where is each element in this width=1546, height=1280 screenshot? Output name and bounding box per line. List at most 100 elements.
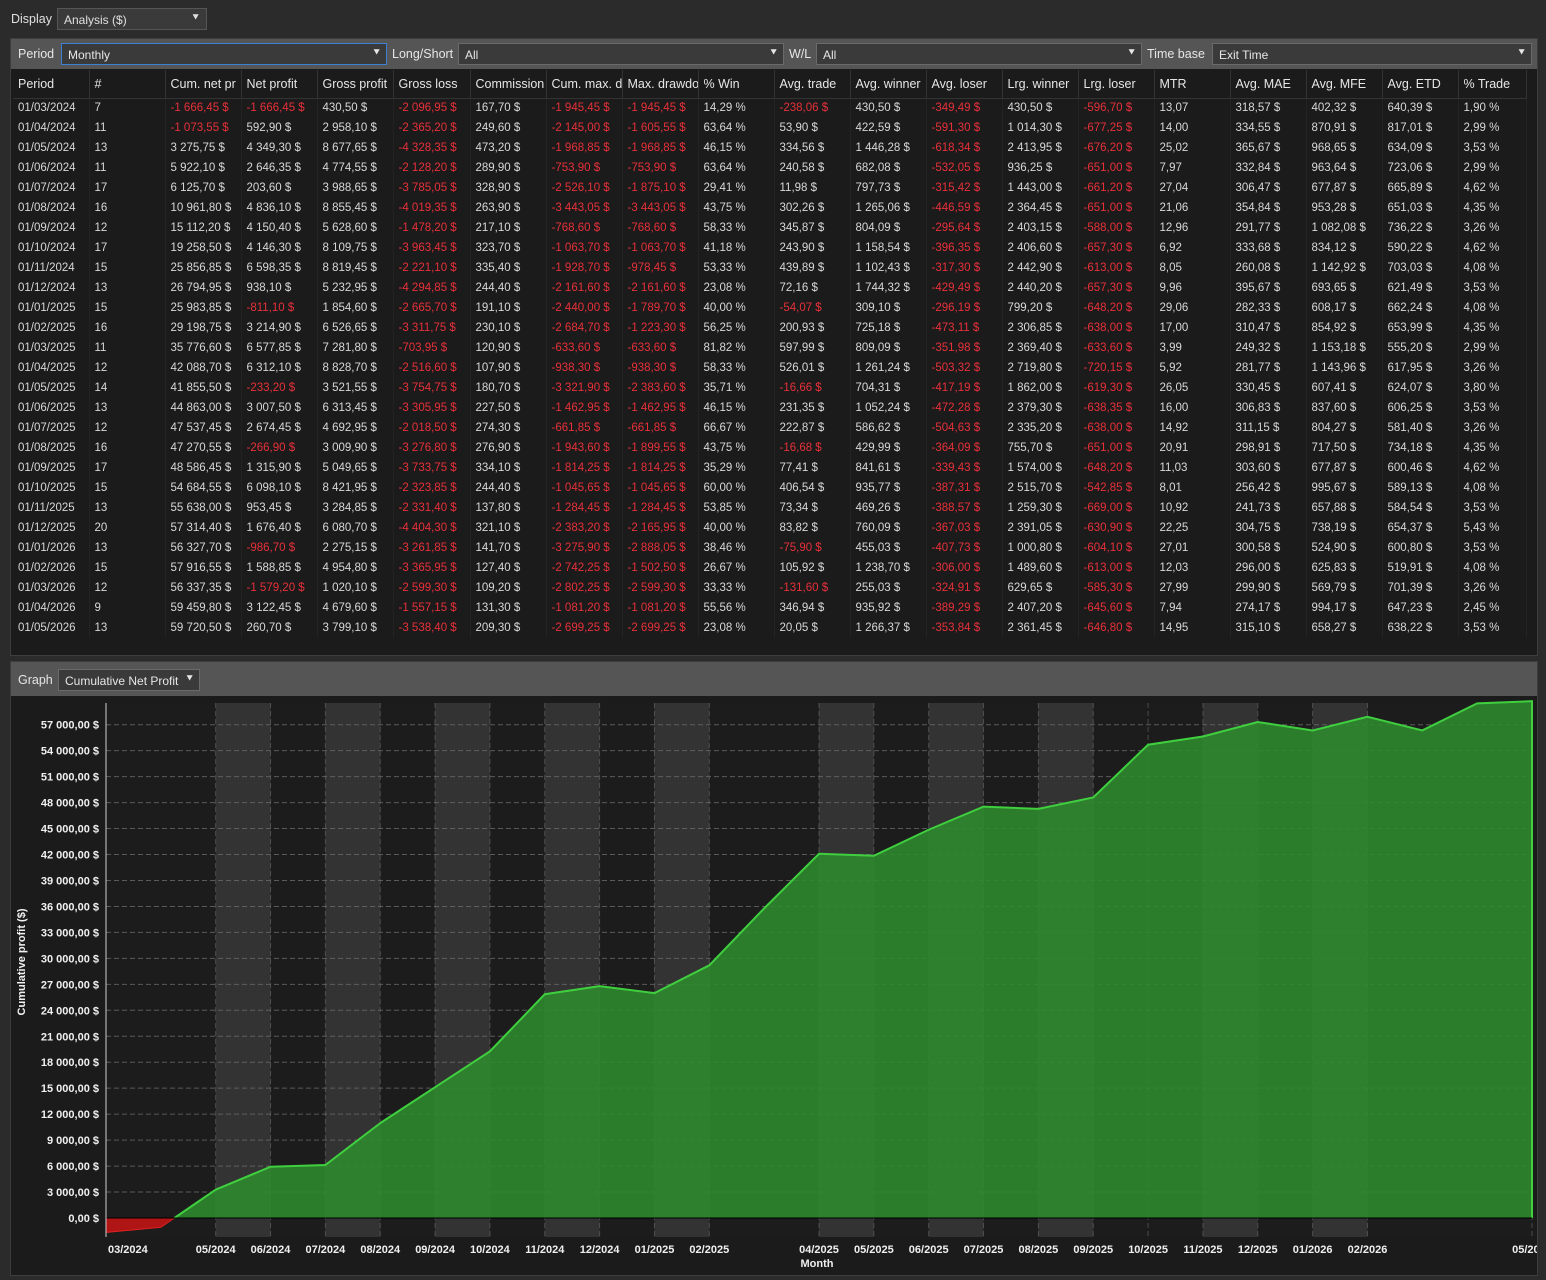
column-header[interactable]: % Win — [698, 70, 775, 99]
column-header[interactable]: # — [89, 70, 166, 99]
column-header[interactable]: Commission — [470, 70, 547, 99]
table-cell: 2 335,20 $ — [1002, 418, 1079, 438]
filter-bar: Period Monthly ⯆ Long/Short All ⯆ W/L Al… — [11, 39, 1537, 69]
table-cell: -638,00 $ — [1078, 318, 1155, 338]
table-cell: 4 679,60 $ — [317, 598, 394, 618]
table-row[interactable]: 01/05/2024 13 3 275,75 $4 349,30 $8 677,65… — [13, 138, 1527, 158]
table-cell: 01/04/2024 — [13, 118, 90, 138]
table-row[interactable]: 01/10/2025 15 54 684,55 $6 098,10 $8 421,9… — [13, 478, 1527, 498]
table-cell: 2 440,20 $ — [1002, 278, 1079, 298]
table-cell: 354,84 $ — [1230, 198, 1307, 218]
column-header[interactable]: Avg. loser — [926, 70, 1003, 99]
table-cell: -596,70 $ — [1078, 98, 1155, 118]
table-row[interactable]: 01/10/2024 17 19 258,50 $4 146,30 $8 109,7… — [13, 238, 1527, 258]
table-cell: -3 275,90 $ — [546, 538, 623, 558]
column-header[interactable]: Avg. MAE — [1230, 70, 1307, 99]
y-axis-title: Cumulative profit ($) — [16, 908, 28, 1015]
column-header[interactable]: Avg. MFE — [1306, 70, 1383, 99]
table-row[interactable]: 01/11/2025 13 55 638,00 $953,45 $3 284,85 … — [13, 498, 1527, 518]
table-row[interactable]: 01/07/2024 17 6 125,70 $203,60 $3 988,65 $… — [13, 178, 1527, 198]
table-cell: 27,99 — [1154, 578, 1231, 598]
table-row[interactable]: 01/09/2025 17 48 586,45 $1 315,90 $5 049,6… — [13, 458, 1527, 478]
table-cell: 1 315,90 $ — [241, 458, 318, 478]
table-cell: 17 — [89, 178, 166, 198]
table-cell: 35,29 % — [698, 458, 775, 478]
column-header[interactable]: MTR — [1154, 70, 1231, 99]
table-cell: 01/05/2025 — [13, 378, 90, 398]
table-cell: 6,92 — [1154, 238, 1231, 258]
table-cell: -633,60 $ — [1078, 338, 1155, 358]
table-row[interactable]: 01/02/2025 16 29 198,75 $3 214,90 $6 526,6… — [13, 318, 1527, 338]
table-row[interactable]: 01/04/2026 9 59 459,80 $3 122,45 $4 679,60… — [13, 598, 1527, 618]
table-cell: 4,08 % — [1458, 258, 1527, 278]
column-header[interactable]: Lrg. loser — [1078, 70, 1155, 99]
table-cell: 657,88 $ — [1306, 498, 1383, 518]
column-header[interactable]: Lrg. winner — [1002, 70, 1079, 99]
table-cell: 2 275,15 $ — [317, 538, 394, 558]
table-cell: -1 814,25 $ — [546, 458, 623, 478]
period-select[interactable]: Monthly ⯆ — [61, 43, 387, 65]
table-row[interactable]: 01/08/2024 16 10 961,80 $4 836,10 $8 855,4… — [13, 198, 1527, 218]
table-row[interactable]: 01/02/2026 15 57 916,55 $1 588,85 $4 954,8… — [13, 558, 1527, 578]
y-tick-label: 45 000,00 $ — [41, 824, 99, 836]
table-row[interactable]: 01/03/2025 11 35 776,60 $6 577,85 $7 281,8… — [13, 338, 1527, 358]
wl-select[interactable]: All ⯆ — [816, 43, 1142, 65]
table-cell: -1 502,50 $ — [622, 558, 699, 578]
table-row[interactable]: 01/05/2026 13 59 720,50 $260,70 $3 799,10 … — [13, 618, 1527, 638]
column-header[interactable]: Net profit — [241, 70, 318, 99]
table-row[interactable]: 01/01/2025 15 25 983,85 $ -811,10 $1 854,60… — [13, 298, 1527, 318]
table-row[interactable]: 01/03/2026 12 56 337,35 $ -1 579,20 $1 020,… — [13, 578, 1527, 598]
table-cell: -417,19 $ — [926, 378, 1003, 398]
column-header[interactable]: Max. drawdo — [622, 70, 699, 99]
table-cell: 1 014,30 $ — [1002, 118, 1079, 138]
column-header[interactable]: Avg. winner — [850, 70, 927, 99]
table-cell: -651,00 $ — [1078, 158, 1155, 178]
table-cell: 2 391,05 $ — [1002, 518, 1079, 538]
table-row[interactable]: 01/07/2025 12 47 537,45 $2 674,45 $4 692,9… — [13, 418, 1527, 438]
table-cell: -396,35 $ — [926, 238, 1003, 258]
column-header[interactable]: Avg. ETD — [1382, 70, 1459, 99]
column-header[interactable]: Gross profit — [317, 70, 394, 99]
table-row[interactable]: 01/12/2025 20 57 314,40 $1 676,40 $6 080,7… — [13, 518, 1527, 538]
table-cell: 01/12/2024 — [13, 278, 90, 298]
timebase-select[interactable]: Exit Time ⯆ — [1212, 43, 1532, 65]
table-cell: 55,56 % — [698, 598, 775, 618]
table-row[interactable]: 01/03/2024 7 -1 666,45 $ -1 666,45 $430,50 … — [13, 98, 1527, 118]
table-cell: 723,06 $ — [1382, 158, 1459, 178]
table-cell: 14 — [89, 378, 166, 398]
table-row[interactable]: 01/06/2024 11 5 922,10 $2 646,35 $4 774,55… — [13, 158, 1527, 178]
column-header[interactable]: Gross loss — [393, 70, 471, 99]
table-cell: 16,00 — [1154, 398, 1231, 418]
table-cell: 13 — [89, 278, 166, 298]
column-header[interactable]: % Trade — [1458, 70, 1527, 99]
table-cell: 8 855,45 $ — [317, 198, 394, 218]
table-row[interactable]: 01/04/2024 11 -1 073,55 $592,90 $2 958,10 … — [13, 118, 1527, 138]
table-cell: 4 954,80 $ — [317, 558, 394, 578]
table-cell: -618,34 $ — [926, 138, 1003, 158]
table-cell: 231,35 $ — [774, 398, 851, 418]
table-row[interactable]: 01/06/2025 13 44 863,00 $3 007,50 $6 313,4… — [13, 398, 1527, 418]
table-cell: -633,60 $ — [622, 338, 699, 358]
table-header-row: Period # Cum. net pr Net profit Gross profit… — [13, 70, 1527, 99]
column-header[interactable]: Cum. max. d — [546, 70, 623, 99]
table-cell: 725,18 $ — [850, 318, 927, 338]
table-cell: 41 855,50 $ — [165, 378, 242, 398]
y-tick-label: 54 000,00 $ — [41, 746, 99, 758]
table-cell: 935,77 $ — [850, 478, 927, 498]
column-header[interactable]: Avg. trade — [774, 70, 851, 99]
table-row[interactable]: 01/12/2024 13 26 794,95 $938,10 $5 232,95 … — [13, 278, 1527, 298]
table-row[interactable]: 01/04/2025 12 42 088,70 $6 312,10 $8 828,7… — [13, 358, 1527, 378]
table-cell: 755,70 $ — [1002, 438, 1079, 458]
x-tick-label: 01/2026 — [1293, 1244, 1333, 1256]
display-select[interactable]: Analysis ($) ⯆ — [57, 8, 207, 30]
table-row[interactable]: 01/01/2026 13 56 327,70 $ -986,70 $2 275,15… — [13, 538, 1527, 558]
table-row[interactable]: 01/09/2024 12 15 112,20 $4 150,40 $5 628,6… — [13, 218, 1527, 238]
table-row[interactable]: 01/08/2025 16 47 270,55 $ -266,90 $3 009,90… — [13, 438, 1527, 458]
column-header[interactable]: Period — [13, 70, 90, 99]
table-row[interactable]: 01/11/2024 15 25 856,85 $6 598,35 $8 819,4… — [13, 258, 1527, 278]
table-cell: 33,33 % — [698, 578, 775, 598]
longshort-select[interactable]: All ⯆ — [458, 43, 784, 65]
column-header[interactable]: Cum. net pr — [165, 70, 242, 99]
table-cell: 105,92 $ — [774, 558, 851, 578]
table-row[interactable]: 01/05/2025 14 41 855,50 $ -233,20 $3 521,55… — [13, 378, 1527, 398]
